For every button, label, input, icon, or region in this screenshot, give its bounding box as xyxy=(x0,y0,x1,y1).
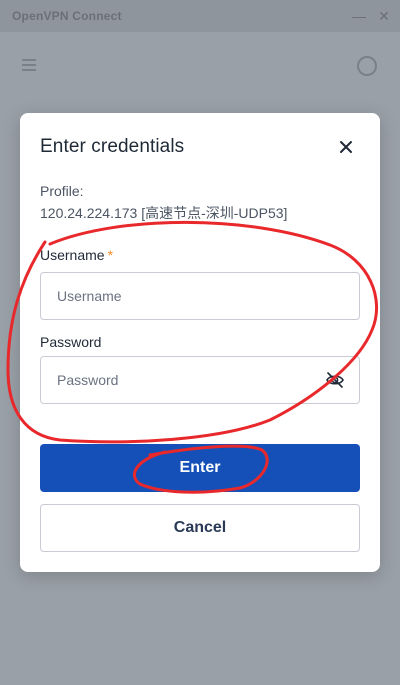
username-label-text: Username xyxy=(40,247,105,263)
profile-label: Profile: xyxy=(40,183,84,199)
cancel-button[interactable]: Cancel xyxy=(40,504,360,552)
password-input[interactable] xyxy=(40,356,360,404)
profile-value: 120.24.224.173 [高速节点-深圳-UDP53] xyxy=(40,205,288,221)
dialog-title: Enter credentials xyxy=(40,136,185,157)
import-profile-icon[interactable] xyxy=(357,56,377,76)
window-title: OpenVPN Connect xyxy=(12,9,122,23)
password-label: Password xyxy=(40,334,102,350)
enter-button[interactable]: Enter xyxy=(40,444,360,492)
required-marker: * xyxy=(107,247,114,263)
credentials-dialog: Enter credentials Profile: 120.24.224.17… xyxy=(20,113,380,572)
window-close-icon[interactable]: ✕ xyxy=(374,6,394,26)
minimize-icon[interactable]: — xyxy=(349,6,369,26)
username-label: Username * xyxy=(40,247,113,263)
username-input[interactable] xyxy=(40,272,360,320)
eye-slash-icon[interactable] xyxy=(325,371,345,389)
window-titlebar: OpenVPN Connect xyxy=(0,0,400,32)
hamburger-menu-icon[interactable] xyxy=(22,56,42,76)
close-icon[interactable] xyxy=(334,135,358,159)
